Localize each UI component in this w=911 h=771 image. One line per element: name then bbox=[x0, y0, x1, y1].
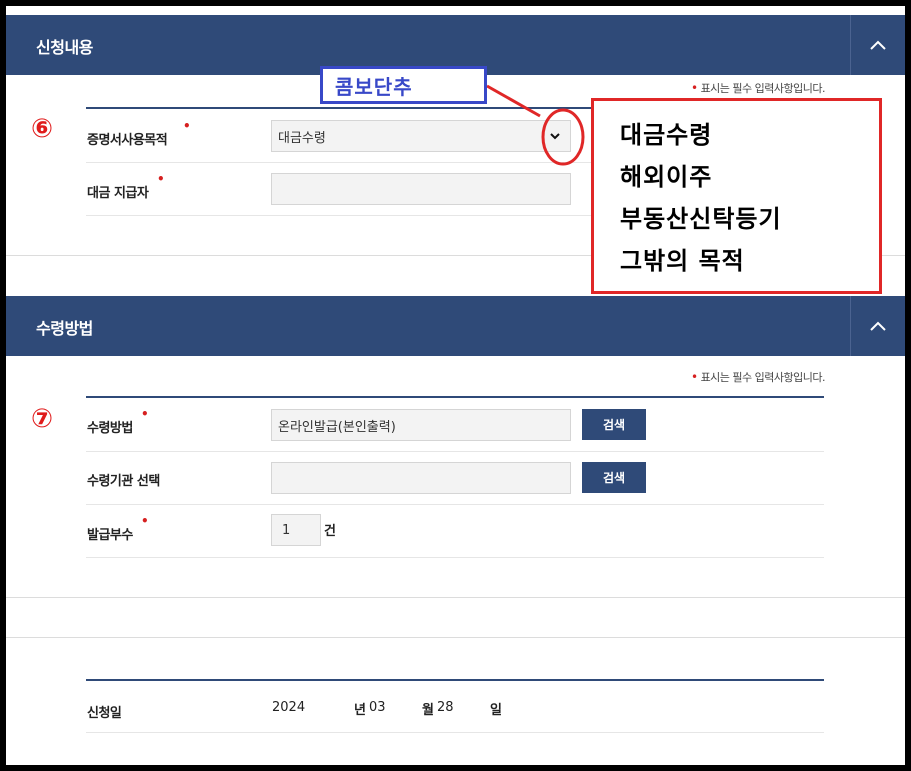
form-top-line bbox=[86, 396, 824, 398]
method-input[interactable]: 온라인발급(본인출력) bbox=[271, 409, 571, 441]
row-divider bbox=[86, 557, 824, 558]
month-unit: 월 bbox=[422, 703, 434, 718]
form-top-line bbox=[86, 679, 824, 681]
section-header-receipt: 수령방법 bbox=[6, 296, 905, 356]
row-divider bbox=[86, 451, 824, 452]
year-unit: 년 bbox=[354, 703, 366, 718]
chevron-up-icon bbox=[870, 321, 886, 331]
agency-input[interactable] bbox=[271, 462, 571, 494]
required-marker: • bbox=[183, 119, 191, 133]
day-unit: 일 bbox=[490, 703, 502, 718]
month-value: 03 bbox=[369, 700, 386, 715]
options-annotation-box: 대금수령 해외이주 부동산신탁등기 그밖의 목적 bbox=[591, 98, 882, 294]
option-text: 부동산신탁등기 bbox=[620, 205, 782, 233]
year-value: 2024 bbox=[272, 700, 306, 715]
section-title: 수령방법 bbox=[36, 319, 93, 338]
option-text: 그밖의 목적 bbox=[620, 247, 745, 275]
step-number: ⑦ bbox=[31, 404, 54, 434]
required-marker: • bbox=[141, 514, 149, 528]
option-text: 해외이주 bbox=[620, 163, 713, 191]
collapse-button[interactable] bbox=[850, 296, 905, 356]
required-marker: • bbox=[157, 172, 165, 186]
required-note: • 표시는 필수 입력사항입니다. bbox=[690, 81, 826, 95]
row-divider bbox=[86, 504, 824, 505]
payer-input[interactable] bbox=[271, 173, 571, 205]
collapse-button[interactable] bbox=[850, 15, 905, 75]
method-label: 수령방법 • bbox=[87, 407, 149, 436]
agency-label: 수령기관 선택 bbox=[87, 474, 160, 489]
payer-label: 대금 지급자 • bbox=[87, 172, 165, 201]
required-marker: • bbox=[141, 407, 149, 421]
combo-button-annotation: 콤보단추 bbox=[320, 66, 487, 104]
section-separator bbox=[6, 597, 905, 598]
agency-search-button[interactable]: 검색 bbox=[582, 462, 646, 493]
purpose-select[interactable]: 대금수령 bbox=[271, 120, 571, 152]
day-value: 28 bbox=[437, 700, 454, 715]
purpose-label: 증명서사용목적 • bbox=[87, 119, 191, 148]
chevron-down-icon bbox=[550, 129, 560, 143]
page-frame: 신청내용 • 표시는 필수 입력사항입니다. ⑥ 증명서사용목적 • 대금수령 … bbox=[6, 6, 905, 765]
step-number: ⑥ bbox=[31, 114, 54, 144]
copies-label: 발급부수 • bbox=[87, 514, 149, 543]
option-text: 대금수령 bbox=[620, 121, 713, 149]
row-divider bbox=[86, 732, 824, 733]
section-separator bbox=[6, 637, 905, 638]
section-title: 신청내용 bbox=[36, 38, 93, 57]
date-label: 신청일 bbox=[87, 706, 122, 721]
copies-input[interactable]: 1 bbox=[271, 514, 321, 546]
chevron-up-icon bbox=[870, 40, 886, 50]
copies-unit: 건 bbox=[324, 524, 336, 539]
required-note: • 표시는 필수 입력사항입니다. bbox=[690, 370, 826, 384]
method-search-button[interactable]: 검색 bbox=[582, 409, 646, 440]
pointer-arrow bbox=[486, 84, 541, 118]
